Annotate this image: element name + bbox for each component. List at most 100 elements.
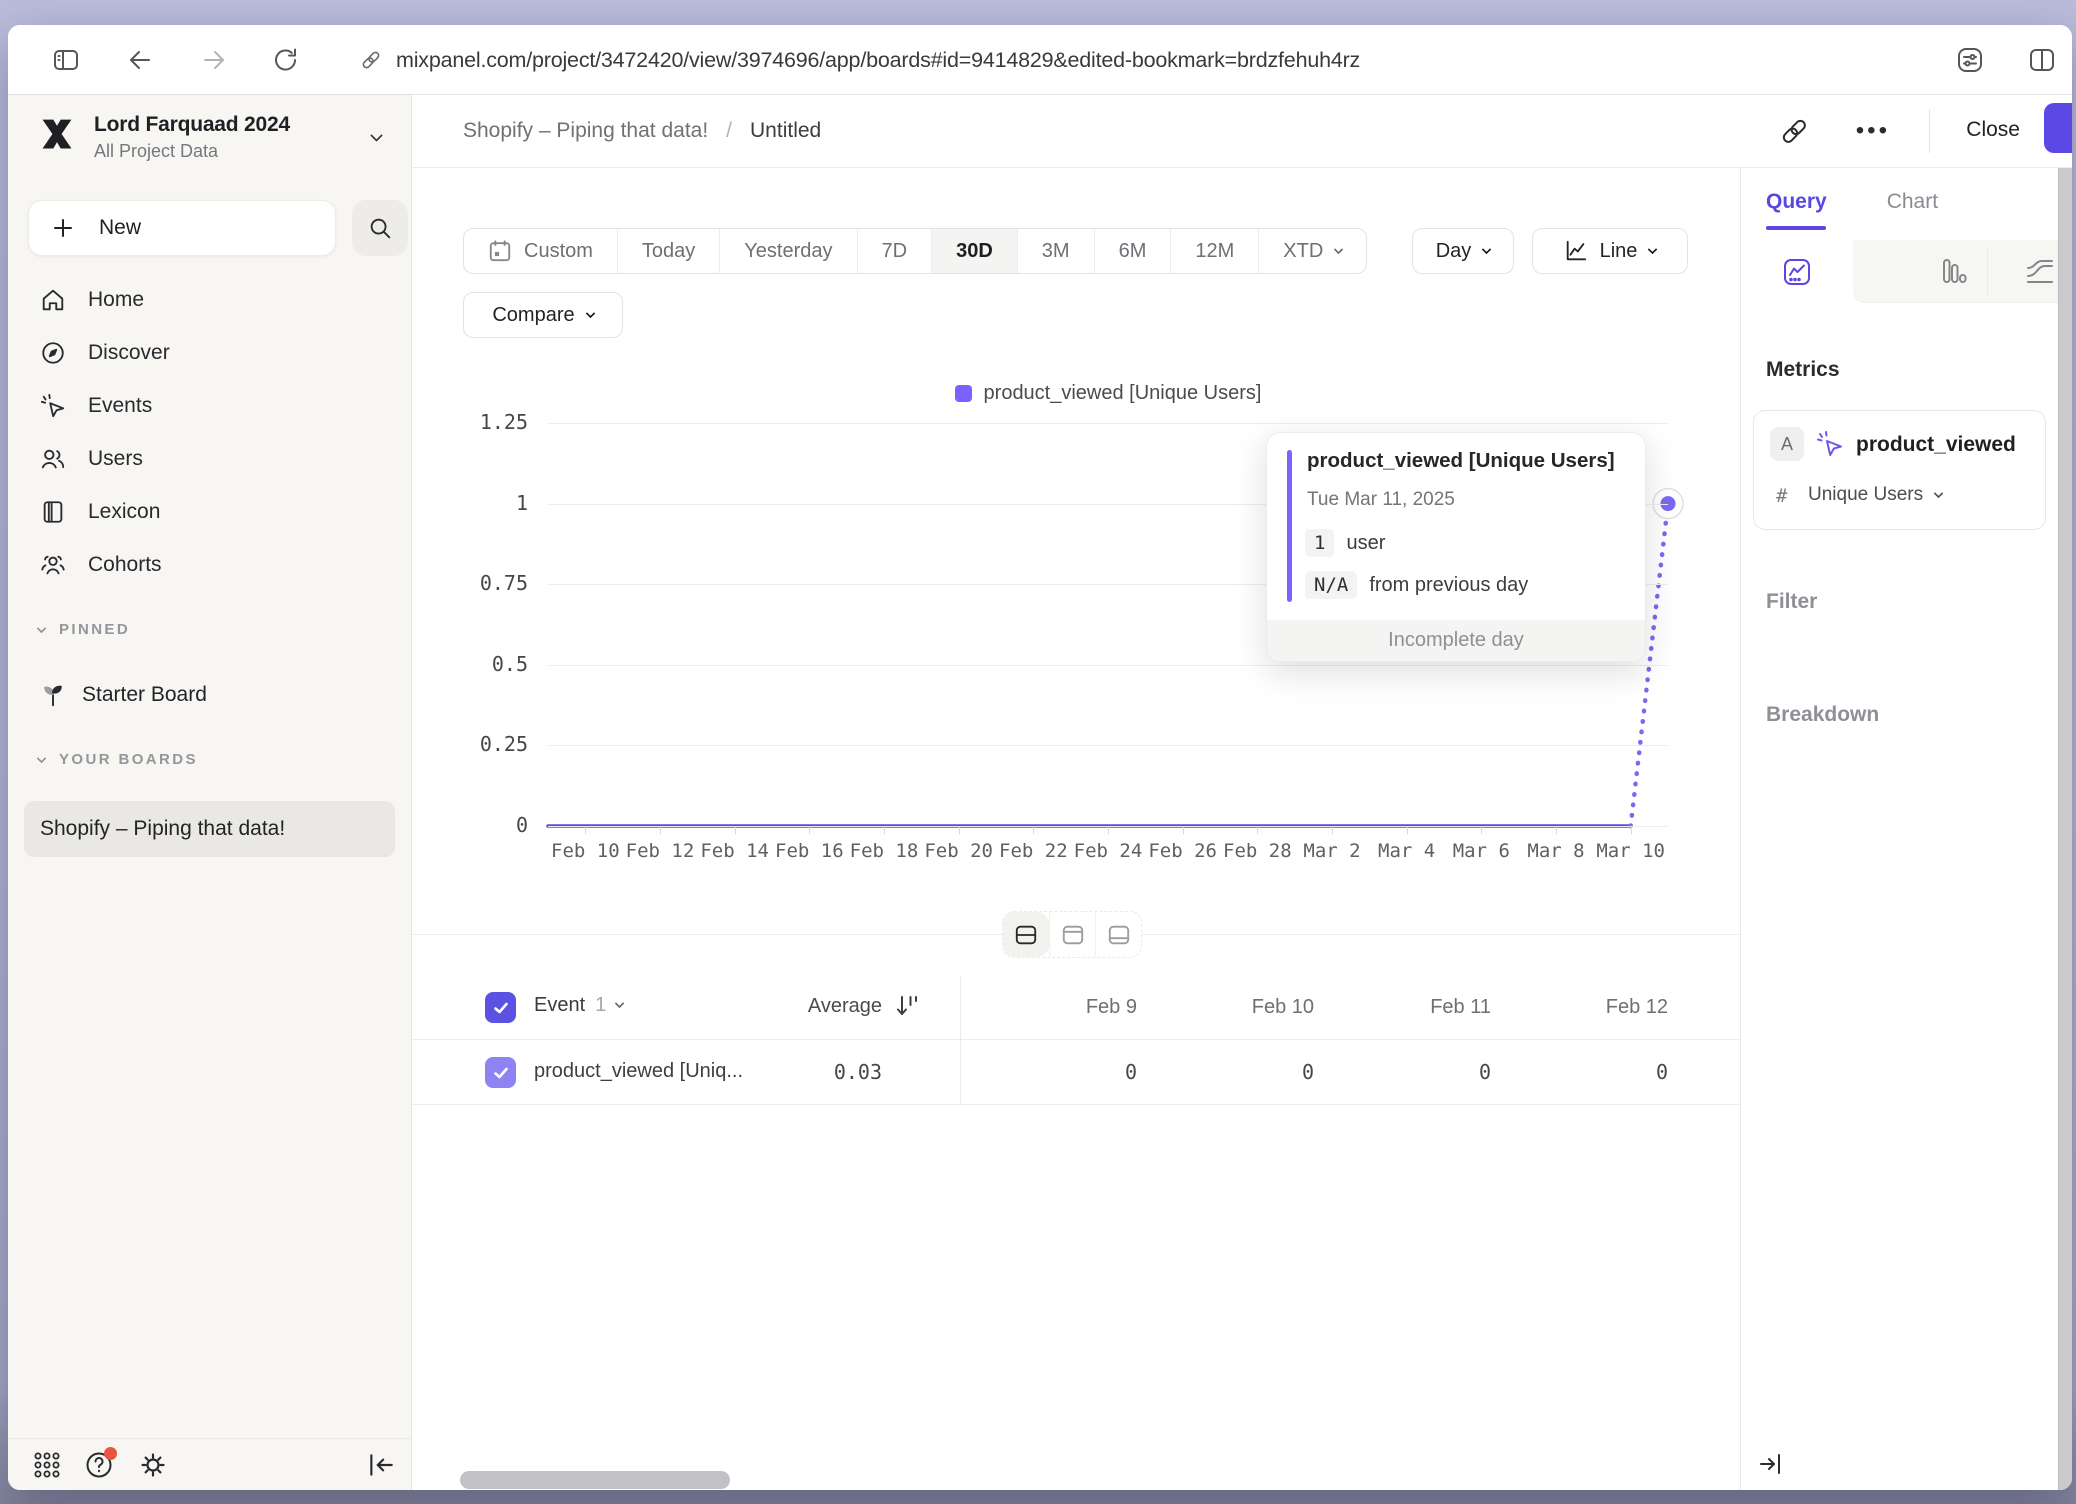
sidebar-item-label: Cohorts (88, 553, 162, 577)
back-icon[interactable] (126, 46, 154, 74)
sidebar-item-label: Home (88, 288, 144, 312)
compare-dropdown[interactable]: Compare (463, 292, 623, 338)
date-column-header[interactable]: Feb 10 (1137, 975, 1314, 1040)
sidebar-item-lexicon[interactable]: Lexicon (8, 485, 411, 538)
date-column-headers: Feb 9Feb 10Feb 11Feb 12 (960, 975, 1668, 1040)
workspace-switcher[interactable]: Lord Farquaad 2024 All Project Data (36, 113, 290, 162)
range-yesterday[interactable]: Yesterday (719, 229, 856, 273)
granularity-dropdown[interactable]: Day (1412, 228, 1514, 274)
legend-color-swatch (955, 385, 972, 402)
new-button[interactable]: New (28, 200, 336, 256)
forward-icon[interactable] (200, 46, 228, 74)
help-button[interactable] (84, 1450, 114, 1480)
y-axis-label: 0 (442, 813, 528, 837)
range-30d[interactable]: 30D (931, 229, 1017, 273)
sidebar-item-home[interactable]: Home (8, 273, 411, 326)
metric-aggregation-dropdown[interactable]: Unique Users (1808, 484, 1942, 506)
active-tab-underline (1766, 226, 1826, 230)
browser-sidebar-toggle-icon[interactable] (52, 46, 80, 74)
query-panel: Query Chart Metrics A product_viewed (1740, 168, 2072, 1490)
tab-chart[interactable]: Chart (1887, 190, 1938, 214)
sidebar-item-events[interactable]: Events (8, 379, 411, 432)
more-options-button[interactable]: ••• (1856, 117, 1890, 145)
workspace-chevron-icon[interactable] (370, 129, 383, 142)
sidebar-item-cohorts[interactable]: Cohorts (8, 538, 411, 591)
layout-split-button[interactable] (1003, 912, 1049, 957)
search-button[interactable] (352, 200, 408, 256)
filter-section-label: Filter (1766, 590, 1817, 614)
notification-dot (104, 1447, 117, 1460)
expand-panel-icon[interactable] (1757, 1450, 1785, 1478)
tab-query[interactable]: Query (1766, 190, 1827, 214)
plus-icon (51, 216, 75, 240)
select-all-checkbox[interactable] (485, 992, 516, 1023)
address-bar[interactable]: mixpanel.com/project/3472420/view/397469… (360, 42, 1360, 78)
flows-icon[interactable] (2025, 256, 2055, 286)
cell-value: 0 (960, 1040, 1137, 1105)
x-axis-tick (1556, 826, 1557, 834)
insights-line-icon (1782, 257, 1812, 287)
x-axis-tick (1183, 826, 1184, 834)
sidebar-item-users[interactable]: Users (8, 432, 411, 485)
chevron-down-icon (615, 999, 625, 1009)
horizontal-scrollbar[interactable] (460, 1471, 730, 1489)
sidebar-item-label: Discover (88, 341, 170, 365)
panel-scrollbar-gutter[interactable] (2058, 168, 2072, 1490)
sidebar-footer (8, 1438, 411, 1490)
range-12m[interactable]: 12M (1170, 229, 1258, 273)
reload-icon[interactable] (272, 46, 300, 74)
content-area: Shopify – Piping that data! / Untitled •… (412, 95, 2072, 1490)
row-checkbox[interactable] (485, 1057, 516, 1088)
sidebar: Lord Farquaad 2024 All Project Data New … (8, 95, 412, 1490)
sidebar-item-board-shopify[interactable]: Shopify – Piping that data! (24, 801, 395, 857)
table-column-divider (960, 975, 961, 1105)
layout-chart-only-button[interactable] (1049, 912, 1095, 957)
range-3m[interactable]: 3M (1017, 229, 1094, 273)
sidebar-nav: Home Discover Events Users Lexicon Cohor… (8, 273, 411, 591)
pinned-section-header[interactable]: PINNED (38, 621, 130, 638)
sort-icon[interactable] (894, 993, 920, 1019)
page-settings-icon[interactable] (1956, 46, 1984, 74)
funnels-bar-icon[interactable] (1939, 256, 1969, 286)
y-axis-label: 1.25 (442, 410, 528, 434)
your-boards-section-header[interactable]: YOUR BOARDS (38, 751, 198, 768)
range-today[interactable]: Today (617, 229, 719, 273)
report-main: Custom Today Yesterday 7D 30D 3M 6M 12M … (412, 168, 1740, 1490)
viz-insights-tab[interactable] (1741, 240, 1853, 303)
gridline (548, 665, 1668, 666)
chevron-down-icon (1648, 244, 1658, 254)
range-7d[interactable]: 7D (857, 229, 932, 273)
layout-table-only-button[interactable] (1095, 912, 1141, 957)
metric-card[interactable]: A product_viewed # Unique Users (1753, 410, 2046, 530)
split-view-icon[interactable] (2028, 46, 2056, 74)
range-custom[interactable]: Custom (464, 229, 617, 273)
copy-link-icon[interactable] (1778, 115, 1810, 147)
date-column-header[interactable]: Feb 12 (1491, 975, 1668, 1040)
cell-value: 0 (1314, 1040, 1491, 1105)
save-button[interactable] (2044, 103, 2072, 153)
date-column-header[interactable]: Feb 9 (960, 975, 1137, 1040)
x-axis-tick (1407, 826, 1408, 834)
tab-divider (1987, 248, 1988, 295)
metric-operator: # (1776, 485, 1787, 507)
users-icon (40, 446, 66, 472)
close-button[interactable]: Close (1966, 118, 2020, 142)
average-column-header[interactable]: Average (662, 995, 882, 1018)
date-column-header[interactable]: Feb 11 (1314, 975, 1491, 1040)
breadcrumb-current[interactable]: Untitled (750, 119, 821, 143)
y-axis-label: 0.5 (442, 652, 528, 676)
sidebar-item-starter-board[interactable]: Starter Board (24, 667, 395, 723)
range-6m[interactable]: 6M (1094, 229, 1171, 273)
metric-event-name[interactable]: product_viewed (1856, 433, 2016, 457)
range-xtd[interactable]: XTD (1258, 229, 1366, 273)
apps-grid-icon[interactable] (32, 1450, 62, 1480)
y-axis-label: 1 (442, 491, 528, 515)
visualization-type-tabs (1741, 240, 2072, 303)
sidebar-item-discover[interactable]: Discover (8, 326, 411, 379)
settings-gear-icon[interactable] (138, 1450, 168, 1480)
chart-legend[interactable]: product_viewed [Unique Users] (548, 382, 1668, 405)
event-column-header[interactable]: Event 1 (534, 994, 623, 1017)
collapse-sidebar-icon[interactable] (366, 1450, 396, 1480)
chart-type-dropdown[interactable]: Line (1532, 228, 1688, 274)
breadcrumb-board[interactable]: Shopify – Piping that data! (463, 119, 708, 143)
